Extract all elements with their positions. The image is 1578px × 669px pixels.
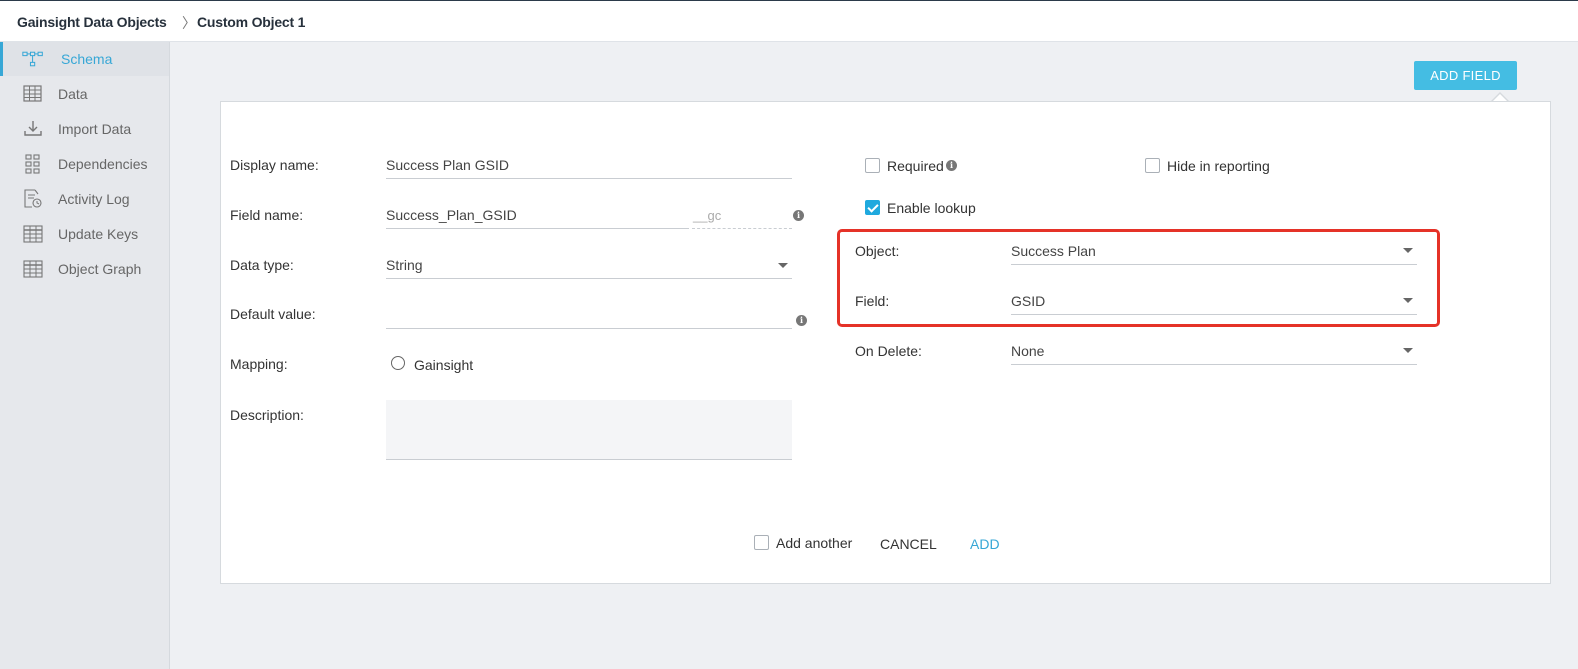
description-label: Description: [230, 407, 304, 423]
on-delete-label: On Delete: [855, 343, 922, 359]
app-title[interactable]: Gainsight Data Objects [17, 14, 167, 30]
sidebar-item-object-graph[interactable]: Object Graph [0, 252, 169, 286]
description-textarea[interactable] [386, 400, 792, 460]
sidebar-item-label: Import Data [58, 121, 132, 137]
highlight-box [837, 229, 1440, 327]
sidebar-item-label: Update Keys [58, 226, 139, 242]
mapping-label: Mapping: [230, 356, 288, 372]
enable-lookup-checkbox[interactable] [865, 200, 880, 215]
on-delete-select[interactable]: None [1011, 341, 1417, 365]
required-checkbox[interactable] [865, 158, 880, 173]
activity-log-icon [24, 189, 42, 208]
dependencies-icon [25, 154, 40, 174]
sidebar-item-activity-log[interactable]: Activity Log [0, 182, 169, 216]
chevron-down-icon [778, 263, 788, 268]
table-icon [23, 85, 42, 102]
sidebar-item-data[interactable]: Data [0, 77, 169, 111]
sidebar-item-label: Object Graph [58, 261, 142, 277]
add-another-checkbox[interactable] [754, 535, 769, 550]
add-button[interactable]: ADD [970, 536, 1000, 552]
sidebar-item-import-data[interactable]: Import Data [0, 112, 169, 146]
download-icon [24, 121, 42, 136]
sidebar-item-label: Schema [61, 51, 113, 67]
breadcrumb-current: Custom Object 1 [197, 14, 306, 30]
sidebar-item-dependencies[interactable]: Dependencies [0, 147, 169, 181]
required-label: Required [887, 158, 944, 174]
field-name-field[interactable]: Success_Plan_GSID [386, 205, 689, 229]
data-type-label: Data type: [230, 257, 294, 273]
display-name-field[interactable]: Success Plan GSID [386, 155, 792, 179]
info-icon[interactable]: i [796, 315, 807, 326]
default-value-label: Default value: [230, 306, 316, 322]
update-keys-icon [23, 225, 43, 243]
cancel-button[interactable]: CANCEL [880, 536, 937, 552]
info-icon[interactable]: i [946, 160, 957, 171]
sidebar-item-update-keys[interactable]: Update Keys [0, 217, 169, 251]
schema-icon [22, 51, 43, 67]
hide-in-reporting-label: Hide in reporting [1167, 158, 1270, 174]
sidebar-item-label: Data [58, 86, 88, 102]
field-name-label: Field name: [230, 207, 304, 223]
info-icon[interactable]: i [793, 210, 804, 221]
object-graph-icon [23, 260, 43, 278]
breadcrumb-separator: 〉 [182, 15, 196, 31]
top-bar: Gainsight Data Objects 〉 Custom Object 1 [0, 0, 1578, 42]
sidebar-item-schema[interactable]: Schema [0, 42, 169, 76]
default-value-field[interactable] [386, 305, 792, 329]
mapping-option-label: Gainsight [414, 357, 474, 373]
sidebar: Schema Data Import Data Dependencies Act… [0, 42, 170, 669]
mapping-gainsight-radio[interactable] [391, 356, 405, 370]
data-type-select[interactable]: String [386, 255, 792, 279]
add-field-button[interactable]: ADD FIELD [1414, 61, 1517, 90]
hide-in-reporting-checkbox[interactable] [1145, 158, 1160, 173]
display-name-label: Display name: [230, 157, 319, 173]
field-name-suffix: __gc [693, 208, 722, 223]
chevron-down-icon [1403, 348, 1413, 353]
enable-lookup-label: Enable lookup [887, 200, 976, 216]
sidebar-item-label: Activity Log [58, 191, 130, 207]
add-another-label: Add another [776, 535, 853, 551]
sidebar-item-label: Dependencies [58, 156, 148, 172]
